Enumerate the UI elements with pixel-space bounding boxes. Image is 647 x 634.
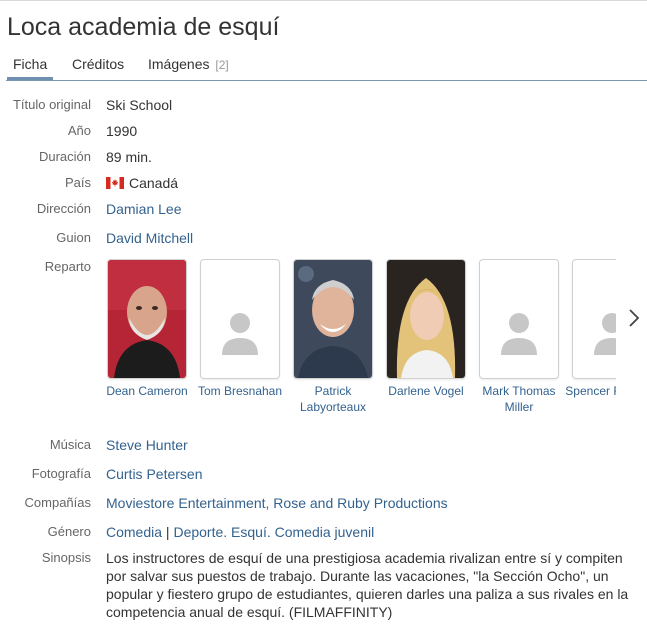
- genre-topics-link[interactable]: Deporte. Esquí. Comedia juvenil: [173, 524, 374, 540]
- person-placeholder-icon: [222, 313, 258, 355]
- field-label: Música: [49, 437, 91, 452]
- tab-label: Ficha: [13, 56, 48, 72]
- portrait-photo-icon: [294, 260, 372, 378]
- cast-photo-placeholder[interactable]: [479, 259, 559, 379]
- photography-link[interactable]: Curtis Petersen: [106, 466, 202, 482]
- person-placeholder-icon: [501, 313, 537, 355]
- field-label: Año: [67, 123, 91, 138]
- tab-label: Créditos: [72, 56, 125, 72]
- cast-photo-placeholder[interactable]: [572, 259, 616, 379]
- field-label: Género: [47, 524, 91, 539]
- cast-photo[interactable]: [293, 259, 373, 379]
- director-link[interactable]: Damian Lee: [106, 201, 182, 217]
- country-name: Canadá: [129, 175, 179, 191]
- cast-name-link[interactable]: Spencer Rochfort: [563, 383, 616, 399]
- cast-name-link[interactable]: Dean Cameron: [106, 383, 196, 399]
- field-label: Dirección: [36, 201, 91, 216]
- chevron-right-icon[interactable]: [626, 306, 642, 330]
- genre-separator: |: [162, 524, 174, 540]
- duration-value: 89 min.: [106, 149, 152, 165]
- music-link[interactable]: Steve Hunter: [106, 437, 188, 453]
- canada-flag-icon: [106, 177, 124, 189]
- page-title: Loca academia de esquí: [7, 13, 280, 41]
- portrait-photo-icon: [108, 260, 186, 378]
- field-label: Reparto: [44, 259, 91, 274]
- cast-name-link[interactable]: Darlene Vogel: [377, 383, 475, 399]
- cast-carousel: Dean Cameron Tom Bresnahan Patrick Labyo…: [106, 259, 616, 421]
- screenplay-link[interactable]: David Mitchell: [106, 230, 193, 246]
- cast-photo-placeholder[interactable]: [200, 259, 280, 379]
- cast-name-link[interactable]: Tom Bresnahan: [191, 383, 289, 399]
- cast-photo[interactable]: [107, 259, 187, 379]
- year-value: 1990: [106, 123, 138, 139]
- genre-primary-link[interactable]: Comedia: [106, 524, 162, 540]
- companies-link[interactable]: Moviestore Entertainment, Rose and Ruby …: [106, 495, 448, 511]
- person-placeholder-icon: [594, 313, 616, 355]
- synopsis-text: Los instructores de esquí de una prestig…: [106, 550, 629, 620]
- original-title-value: Ski School: [106, 97, 173, 113]
- genre-value: Comedia | Deporte. Esquí. Comedia juveni…: [106, 524, 374, 540]
- country-value: Canadá: [106, 175, 178, 191]
- tab-creditos[interactable]: Créditos: [72, 56, 124, 72]
- active-tab-indicator: [7, 77, 54, 80]
- tab-ficha[interactable]: Ficha: [7, 56, 54, 80]
- field-label: Sinopsis: [41, 550, 91, 565]
- field-label: Compañías: [24, 495, 91, 510]
- field-label: Fotografía: [31, 466, 91, 481]
- cast-name-link[interactable]: Mark Thomas Miller: [470, 383, 568, 415]
- field-label: Título original: [12, 97, 91, 112]
- top-divider: [0, 0, 647, 1]
- cast-photo[interactable]: [386, 259, 466, 379]
- tab-label: Imágenes: [148, 56, 210, 72]
- cast-name-link[interactable]: Patrick Labyorteaux: [284, 383, 382, 415]
- tab-bar: Ficha Créditos Imágenes [2]: [6, 52, 647, 81]
- field-label: Guion: [56, 230, 91, 245]
- field-label: Duración: [38, 149, 91, 164]
- tab-count-badge: [2]: [215, 58, 229, 72]
- field-label: País: [64, 175, 91, 190]
- tab-imagenes[interactable]: Imágenes [2]: [148, 56, 229, 72]
- portrait-photo-icon: [387, 260, 465, 378]
